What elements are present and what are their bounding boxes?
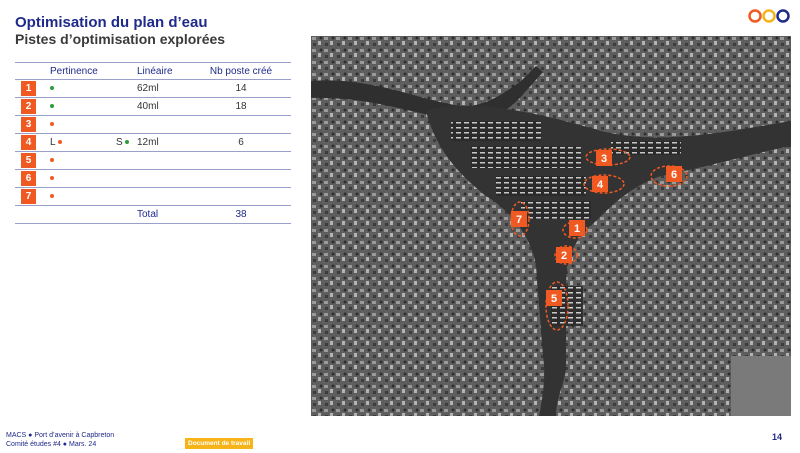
working-document-badge: Document de travail <box>185 438 254 449</box>
nb-poste-cell <box>201 152 281 170</box>
map-marker-6[interactable]: 6 <box>666 166 682 182</box>
svg-text:1: 1 <box>574 223 580 235</box>
page-number: 14 <box>772 432 783 442</box>
map-marker-4[interactable]: 4 <box>592 176 608 192</box>
pertinence-indicator <box>50 119 54 130</box>
pertinence-indicator <box>50 173 54 184</box>
pertinence-indicator: L <box>50 137 62 148</box>
svg-text:3: 3 <box>601 153 607 165</box>
orange-dot-icon <box>57 140 62 145</box>
pertinence-cell: L S <box>50 134 130 152</box>
option-number-badge: 1 <box>21 81 36 96</box>
brand-logo <box>748 9 790 23</box>
nb-poste-cell <box>201 170 281 188</box>
table-row: 5 <box>15 152 291 170</box>
green-dot-icon <box>125 140 130 145</box>
pertinence-indicator <box>50 191 54 202</box>
pertinence-indicator: S <box>116 134 130 152</box>
orange-dot-icon <box>50 122 54 127</box>
footer-project: MACS ● Port d’avenir à Capbreton <box>6 432 115 439</box>
pertinence-cell <box>50 116 130 134</box>
lineaire-cell <box>137 116 197 134</box>
column-header-lineaire: Linéaire <box>137 66 173 77</box>
table-row: 4 L S 12ml 6 <box>15 134 291 152</box>
map-marker-1[interactable]: 1 <box>569 220 585 236</box>
pertinence-label: S <box>116 137 123 148</box>
map-marker-5[interactable]: 5 <box>546 290 562 306</box>
pertinence-cell <box>50 152 130 170</box>
option-number-badge: 6 <box>21 171 36 186</box>
column-header-pertinence: Pertinence <box>50 66 98 77</box>
green-dot-icon <box>50 104 54 109</box>
svg-text:6: 6 <box>671 169 677 181</box>
map-marker-2[interactable]: 2 <box>556 247 572 263</box>
svg-text:2: 2 <box>561 250 567 262</box>
aerial-map: 1 2 3 4 5 6 7 <box>311 36 791 416</box>
option-number-badge: 2 <box>21 99 36 114</box>
pertinence-indicator <box>50 83 54 94</box>
pertinence-cell <box>50 98 130 116</box>
table-row: 1 62ml 14 <box>15 80 291 98</box>
lineaire-cell <box>137 188 197 206</box>
lineaire-cell <box>137 152 197 170</box>
table-header: Pertinence Linéaire Nb poste créé <box>15 62 291 80</box>
page-title: Optimisation du plan d’eau <box>15 14 208 31</box>
table-row: 3 <box>15 116 291 134</box>
option-number-badge: 5 <box>21 153 36 168</box>
nb-poste-cell: 14 <box>235 83 247 94</box>
table-row: 2 40ml 18 <box>15 98 291 116</box>
nb-poste-cell <box>201 188 281 206</box>
table-total-row: Total 38 <box>15 206 291 224</box>
options-table: Pertinence Linéaire Nb poste créé 1 62ml 1… <box>15 62 291 224</box>
option-number-badge: 3 <box>21 117 36 132</box>
svg-text:7: 7 <box>516 214 522 226</box>
nb-poste-cell <box>201 116 281 134</box>
map-marker-7[interactable]: 7 <box>511 211 527 227</box>
orange-dot-icon <box>50 194 54 199</box>
green-dot-icon <box>50 86 54 91</box>
pertinence-cell <box>50 170 130 188</box>
page-subtitle: Pistes d’optimisation explorées <box>15 31 226 47</box>
nb-poste-cell: 18 <box>235 101 247 112</box>
lineaire-cell: 62ml <box>137 83 159 94</box>
total-value: 38 <box>235 209 247 220</box>
option-number-badge: 7 <box>21 189 36 204</box>
svg-text:4: 4 <box>597 179 604 191</box>
aerial-map-image: 1 2 3 4 5 6 7 <box>311 36 791 416</box>
lineaire-cell: 12ml <box>137 137 159 148</box>
pertinence-indicator <box>50 101 54 112</box>
pertinence-cell <box>50 188 130 206</box>
pertinence-label: L <box>50 137 56 148</box>
orange-dot-icon <box>50 176 54 181</box>
table-row: 7 <box>15 188 291 206</box>
orange-dot-icon <box>50 158 54 163</box>
nb-poste-cell: 6 <box>238 137 244 148</box>
svg-text:5: 5 <box>551 293 557 305</box>
table-row: 6 <box>15 170 291 188</box>
total-label: Total <box>137 209 159 220</box>
lineaire-cell: 40ml <box>137 101 159 112</box>
footer-meeting: Comité études #4 ● Mars. 24 <box>6 441 97 448</box>
map-marker-3[interactable]: 3 <box>596 150 612 166</box>
option-number-badge: 4 <box>21 135 36 150</box>
pertinence-cell <box>50 80 130 98</box>
pertinence-indicator <box>50 155 54 166</box>
lineaire-cell <box>137 170 197 188</box>
column-header-nb-poste: Nb poste créé <box>209 66 273 77</box>
